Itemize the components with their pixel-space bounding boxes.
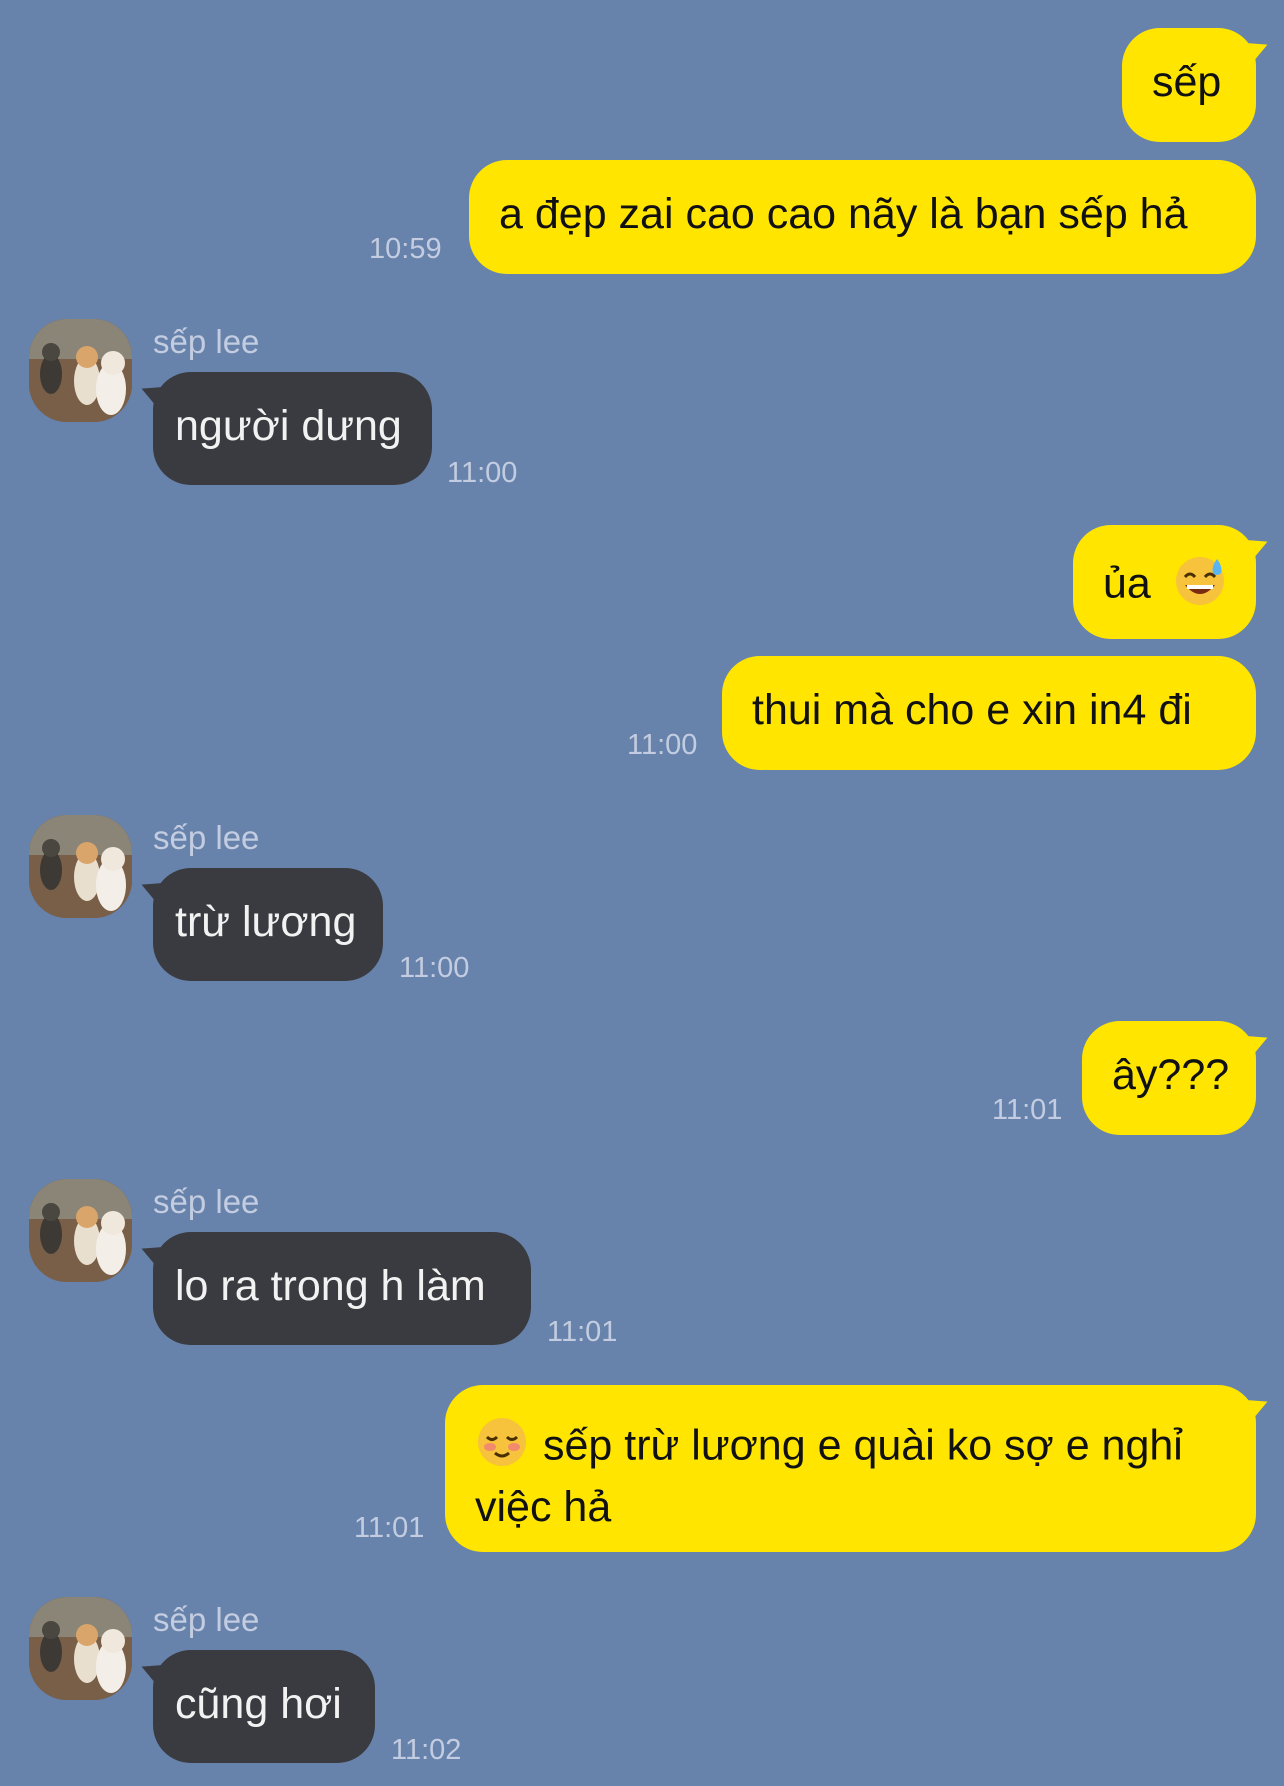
message-timestamp: 11:00 (447, 457, 518, 489)
message-text: a đẹp zai cao cao nãy là bạn sếp hả (499, 190, 1188, 238)
message-text: sếp trừ lương e quài ko sợ e nghỉ (543, 1421, 1183, 1470)
sender-avatar[interactable] (29, 815, 132, 918)
cats-photo-icon (29, 319, 132, 422)
sender-avatar[interactable] (29, 1597, 132, 1700)
message-text: ủa (1103, 559, 1151, 608)
message-timestamp: 11:01 (547, 1316, 618, 1348)
message-line: sếp trừ lương e quài ko sợ e nghỉ (475, 1415, 1226, 1481)
message-timestamp: 11:00 (399, 952, 470, 984)
sender-avatar[interactable] (29, 319, 132, 422)
sender-name: sếp lee (153, 1601, 260, 1638)
message-timestamp: 10:59 (369, 233, 442, 265)
outgoing-message-bubble[interactable]: ủa (1073, 525, 1256, 639)
outgoing-message-bubble[interactable]: ây??? (1082, 1021, 1256, 1135)
message-text: cũng hơi (175, 1680, 342, 1728)
message-text: trừ lương (175, 898, 357, 946)
message-text: sếp (1152, 58, 1222, 106)
smiling-blush-emoji-icon (475, 1415, 529, 1481)
sender-name: sếp lee (153, 1183, 260, 1220)
outgoing-message-bubble[interactable]: sếp trừ lương e quài ko sợ e nghỉ việc h… (445, 1385, 1256, 1552)
grinning-sweat-emoji-icon (1173, 553, 1227, 619)
outgoing-message-bubble[interactable]: thui mà cho e xin in4 đi (722, 656, 1256, 770)
outgoing-message-bubble[interactable]: sếp (1122, 28, 1256, 142)
incoming-message-bubble[interactable]: trừ lương (153, 868, 383, 981)
incoming-message-bubble[interactable]: lo ra trong h làm (153, 1232, 531, 1345)
cats-photo-icon (29, 1597, 132, 1700)
message-text: người dưng (175, 402, 402, 450)
message-text: thui mà cho e xin in4 đi (752, 686, 1192, 734)
incoming-message-bubble[interactable]: người dưng (153, 372, 432, 485)
message-line: việc hả (475, 1481, 1226, 1533)
outgoing-message-bubble[interactable]: a đẹp zai cao cao nãy là bạn sếp hả (469, 160, 1256, 274)
message-timestamp: 11:01 (992, 1094, 1063, 1126)
incoming-message-bubble[interactable]: cũng hơi (153, 1650, 375, 1763)
sender-name: sếp lee (153, 819, 260, 856)
message-text: ây??? (1112, 1051, 1230, 1099)
message-timestamp: 11:02 (391, 1734, 462, 1766)
sender-name: sếp lee (153, 323, 260, 360)
message-text: lo ra trong h làm (175, 1262, 486, 1310)
sender-avatar[interactable] (29, 1179, 132, 1282)
message-text: việc hả (475, 1483, 612, 1531)
message-timestamp: 11:00 (627, 729, 698, 761)
cats-photo-icon (29, 815, 132, 918)
cats-photo-icon (29, 1179, 132, 1282)
message-timestamp: 11:01 (354, 1512, 425, 1544)
